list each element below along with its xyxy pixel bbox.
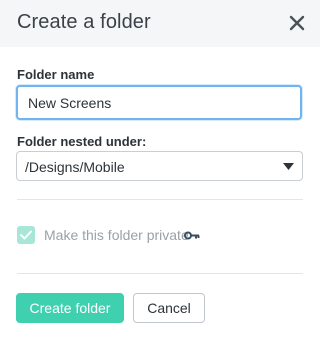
close-button[interactable]: [287, 13, 307, 33]
dialog-title: Create a folder: [17, 11, 151, 33]
folder-nested-label: Folder nested under:: [17, 134, 147, 149]
folder-name-label: Folder name: [17, 67, 95, 82]
dialog-header: Create a folder: [0, 0, 320, 47]
folder-parent-value: /Designs/Mobile: [25, 159, 125, 175]
divider: [17, 199, 303, 200]
create-folder-button[interactable]: Create folder: [16, 293, 124, 323]
key-icon: [184, 231, 200, 240]
checkmark-icon: [20, 230, 32, 240]
private-checkbox-label: Make this folder private: [44, 227, 189, 243]
cancel-button[interactable]: Cancel: [133, 293, 205, 323]
divider: [17, 273, 303, 274]
close-icon: [289, 15, 305, 31]
folder-parent-select[interactable]: /Designs/Mobile: [16, 151, 303, 181]
chevron-down-icon: [283, 163, 294, 170]
private-checkbox[interactable]: [17, 226, 35, 244]
folder-name-input[interactable]: [16, 85, 302, 120]
